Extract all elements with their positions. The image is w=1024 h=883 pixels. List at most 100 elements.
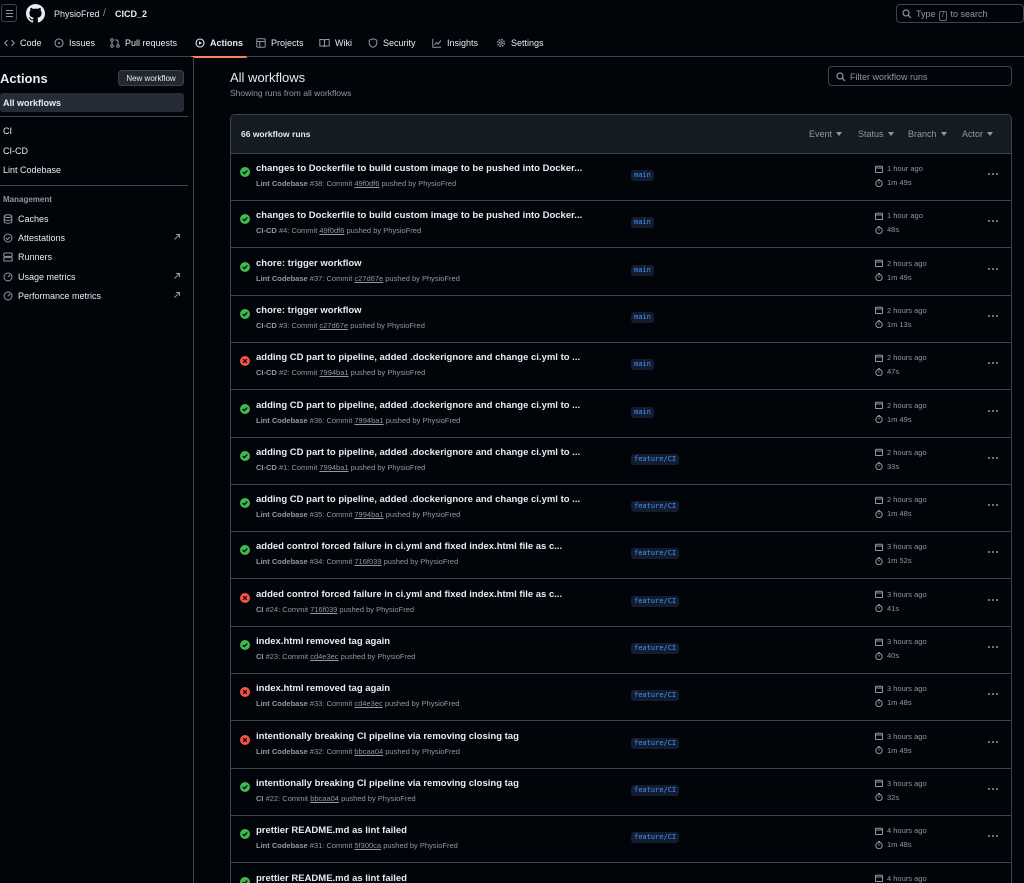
- branch-label[interactable]: feature/CI: [631, 690, 680, 702]
- kebab-menu-icon[interactable]: [987, 357, 1001, 369]
- sidebar-item-ci-cd[interactable]: CI-CD: [3, 146, 28, 156]
- commit-sha-link[interactable]: bbcaa04: [354, 747, 383, 756]
- commit-sha-link[interactable]: 7994ba1: [319, 368, 348, 377]
- branch-label[interactable]: main: [631, 311, 654, 323]
- commit-sha-link[interactable]: 716f039: [354, 557, 381, 566]
- branch-label[interactable]: main: [631, 359, 654, 371]
- workflow-run-row[interactable]: chore: trigger workflow Lint Codebase #37…: [231, 249, 1011, 296]
- commit-sha-link[interactable]: 7994ba1: [354, 510, 383, 519]
- sidebar-item-runners[interactable]: Runners: [3, 250, 181, 264]
- branch-label[interactable]: main: [631, 170, 654, 181]
- branch-label[interactable]: feature/CI: [631, 548, 680, 560]
- run-title-link[interactable]: chore: trigger workflow: [256, 258, 616, 269]
- kebab-menu-icon[interactable]: [987, 830, 1001, 842]
- commit-sha-link[interactable]: c27d67e: [319, 321, 348, 330]
- workflow-run-row[interactable]: adding CD part to pipeline, added .docke…: [231, 438, 1011, 485]
- sidebar-item-caches[interactable]: Caches: [3, 212, 181, 226]
- new-workflow-button[interactable]: New workflow: [118, 70, 184, 86]
- run-title-link[interactable]: adding CD part to pipeline, added .docke…: [256, 447, 616, 458]
- branch-label[interactable]: feature/CI: [631, 784, 680, 796]
- run-title-link[interactable]: intentionally breaking CI pipeline via r…: [256, 731, 616, 742]
- commit-sha-link[interactable]: cd4e3ec: [310, 652, 338, 661]
- workflow-run-row[interactable]: changes to Dockerfile to build custom im…: [231, 201, 1011, 249]
- kebab-menu-icon[interactable]: [987, 688, 1001, 700]
- kebab-menu-icon[interactable]: [987, 263, 1001, 275]
- sidebar-item-lint-codebase[interactable]: Lint Codebase: [3, 165, 61, 175]
- kebab-menu-icon[interactable]: [987, 641, 1001, 653]
- tab-security[interactable]: Security: [368, 28, 416, 57]
- repo-owner-link[interactable]: PhysioFred: [54, 9, 100, 19]
- branch-label[interactable]: feature/CI: [631, 501, 680, 513]
- sidebar-item-usage-metrics[interactable]: Usage metrics: [3, 270, 181, 284]
- tab-projects[interactable]: Projects: [256, 28, 304, 57]
- run-title-link[interactable]: added control forced failure in ci.yml a…: [256, 589, 616, 600]
- branch-label[interactable]: feature/CI: [631, 643, 680, 654]
- tab-wiki[interactable]: Wiki: [319, 28, 352, 57]
- event-filter-dropdown[interactable]: Event: [809, 129, 843, 139]
- run-title-link[interactable]: chore: trigger workflow: [256, 305, 616, 316]
- hamburger-menu-icon[interactable]: [1, 4, 17, 22]
- run-title-link[interactable]: prettier README.md as lint failed: [256, 825, 616, 836]
- workflow-run-row[interactable]: index.html removed tag again CI #23: Comm…: [231, 627, 1011, 674]
- actor-filter-dropdown[interactable]: Actor: [962, 129, 994, 139]
- branch-label[interactable]: feature/CI: [631, 595, 680, 607]
- tab-pull-requests[interactable]: Pull requests: [110, 28, 177, 57]
- sidebar-item-performance-metrics[interactable]: Performance metrics: [3, 289, 181, 303]
- workflow-run-row[interactable]: intentionally breaking CI pipeline via r…: [231, 722, 1011, 769]
- status-filter-dropdown[interactable]: Status: [858, 129, 894, 139]
- run-title-link[interactable]: changes to Dockerfile to build custom im…: [256, 163, 616, 174]
- kebab-menu-icon[interactable]: [987, 499, 1001, 511]
- commit-sha-link[interactable]: 7994ba1: [354, 416, 383, 425]
- workflow-run-row[interactable]: adding CD part to pipeline, added .docke…: [231, 485, 1011, 533]
- workflow-run-row[interactable]: adding CD part to pipeline, added .docke…: [231, 343, 1011, 391]
- kebab-menu-icon[interactable]: [987, 594, 1001, 606]
- workflow-run-row[interactable]: changes to Dockerfile to build custom im…: [231, 154, 1011, 201]
- kebab-menu-icon[interactable]: [987, 736, 1001, 748]
- branch-label[interactable]: main: [631, 406, 654, 418]
- branch-label[interactable]: main: [631, 217, 654, 229]
- tab-actions[interactable]: Actions: [190, 28, 248, 58]
- workflow-run-row[interactable]: added control forced failure in ci.yml a…: [231, 580, 1011, 627]
- kebab-menu-icon[interactable]: [987, 783, 1001, 795]
- workflow-run-row[interactable]: intentionally breaking CI pipeline via r…: [231, 769, 1011, 816]
- branch-label[interactable]: feature/CI: [631, 737, 680, 749]
- run-title-link[interactable]: adding CD part to pipeline, added .docke…: [256, 494, 616, 505]
- workflow-run-row[interactable]: adding CD part to pipeline, added .docke…: [231, 391, 1011, 438]
- branch-filter-dropdown[interactable]: Branch: [908, 129, 947, 139]
- commit-sha-link[interactable]: 7994ba1: [319, 463, 348, 472]
- tab-code[interactable]: Code: [4, 28, 42, 57]
- run-title-link[interactable]: added control forced failure in ci.yml a…: [256, 541, 616, 552]
- commit-sha-link[interactable]: c27d67e: [354, 274, 383, 283]
- sidebar-item-ci[interactable]: CI: [3, 126, 12, 136]
- run-title-link[interactable]: adding CD part to pipeline, added .docke…: [256, 400, 616, 411]
- workflow-run-row[interactable]: added control forced failure in ci.yml a…: [231, 532, 1011, 580]
- kebab-menu-icon[interactable]: [987, 452, 1001, 464]
- kebab-menu-icon[interactable]: [987, 168, 1001, 180]
- kebab-menu-icon[interactable]: [987, 215, 1001, 227]
- kebab-menu-icon[interactable]: [987, 405, 1001, 417]
- run-title-link[interactable]: index.html removed tag again: [256, 683, 616, 694]
- commit-sha-link[interactable]: bbcaa04: [310, 794, 339, 803]
- tab-settings[interactable]: Settings: [496, 28, 544, 57]
- sidebar-item-all-workflows[interactable]: All workflows: [0, 93, 184, 112]
- kebab-menu-icon[interactable]: [987, 546, 1001, 558]
- commit-sha-link[interactable]: cd4e3ec: [354, 699, 382, 708]
- branch-label[interactable]: feature/CI: [631, 453, 680, 465]
- repo-name-link[interactable]: CICD_2: [115, 9, 147, 19]
- run-title-link[interactable]: prettier README.md as lint failed: [256, 873, 616, 883]
- global-search-input[interactable]: Type / to search: [896, 4, 1024, 23]
- run-title-link[interactable]: index.html removed tag again: [256, 636, 616, 647]
- commit-sha-link[interactable]: 5f300ca: [354, 841, 381, 850]
- run-title-link[interactable]: adding CD part to pipeline, added .docke…: [256, 352, 616, 363]
- github-logo-icon[interactable]: [26, 4, 45, 23]
- workflow-run-row[interactable]: prettier README.md as lint failed 4 hours…: [231, 864, 1011, 883]
- workflow-run-row[interactable]: chore: trigger workflow CI-CD #3: Commit …: [231, 296, 1011, 343]
- kebab-menu-icon[interactable]: [987, 310, 1001, 322]
- run-title-link[interactable]: intentionally breaking CI pipeline via r…: [256, 778, 616, 789]
- sidebar-item-attestations[interactable]: Attestations: [3, 231, 181, 245]
- branch-label[interactable]: feature/CI: [631, 832, 680, 844]
- run-title-link[interactable]: changes to Dockerfile to build custom im…: [256, 210, 616, 221]
- commit-sha-link[interactable]: 49f0df6: [354, 179, 379, 188]
- workflow-run-row[interactable]: index.html removed tag again Lint Codebas…: [231, 674, 1011, 722]
- tab-issues[interactable]: Issues: [54, 28, 95, 57]
